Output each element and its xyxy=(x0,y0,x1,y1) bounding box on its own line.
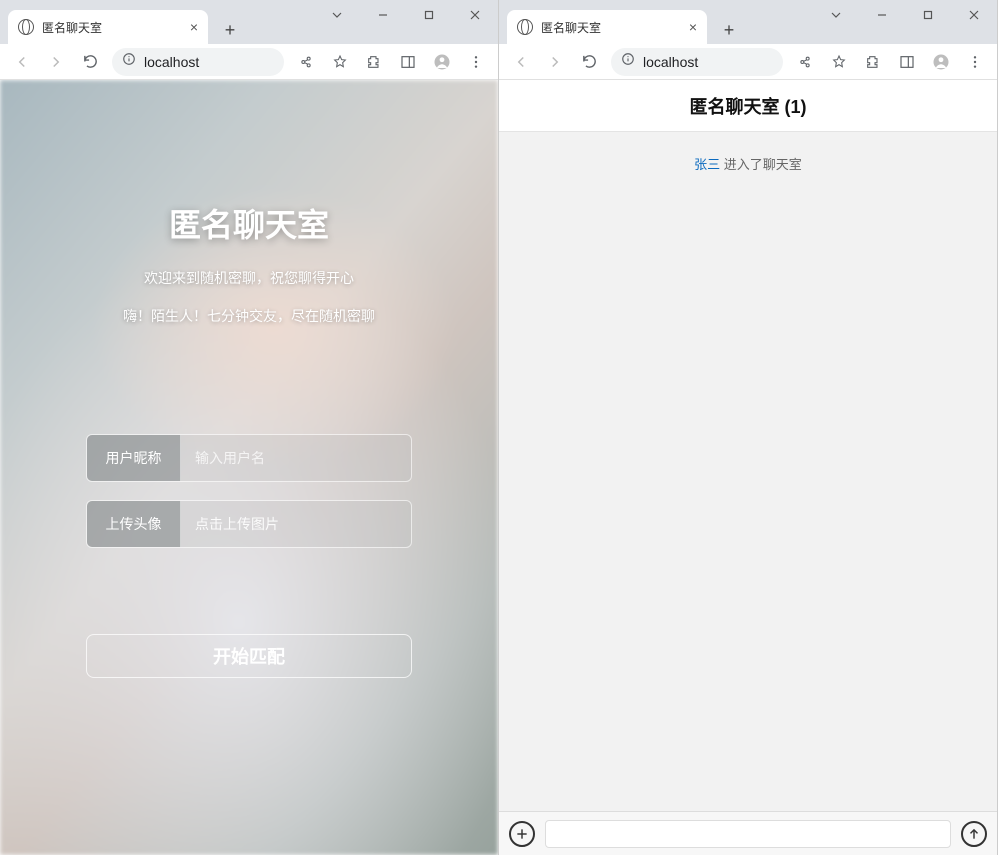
nickname-label: 用户昵称 xyxy=(87,435,181,481)
globe-icon xyxy=(18,19,34,35)
avatar-label: 上传头像 xyxy=(87,501,181,547)
info-icon xyxy=(621,52,635,71)
profile-icon[interactable] xyxy=(925,46,957,78)
extensions-icon[interactable] xyxy=(358,46,390,78)
caret-down-icon[interactable] xyxy=(813,0,859,30)
close-icon[interactable]: × xyxy=(190,19,198,35)
nickname-input[interactable] xyxy=(181,435,411,481)
window-controls xyxy=(314,0,498,44)
sys-user-name: 张三 xyxy=(694,157,720,172)
browser-tab[interactable]: 匿名聊天室 × xyxy=(507,10,707,44)
menu-icon[interactable] xyxy=(460,46,492,78)
start-match-button[interactable]: 开始匹配 xyxy=(86,634,412,678)
page-title: 匿名聊天室 xyxy=(169,200,329,246)
titlebar: 匿名聊天室 × + xyxy=(0,0,498,44)
url-text: localhost xyxy=(643,54,698,70)
tab-title: 匿名聊天室 xyxy=(42,19,182,36)
message-input[interactable] xyxy=(545,820,951,848)
subtitle-1: 欢迎来到随机密聊，祝您聊得开心 xyxy=(144,268,354,288)
login-panel: 匿名聊天室 欢迎来到随机密聊，祝您聊得开心 嗨！陌生人！七分钟交友，尽在随机密聊… xyxy=(0,80,498,855)
caret-down-icon[interactable] xyxy=(314,0,360,30)
globe-icon xyxy=(517,19,533,35)
browser-tab[interactable]: 匿名聊天室 × xyxy=(8,10,208,44)
avatar-upload[interactable]: 点击上传图片 xyxy=(181,501,411,547)
back-button[interactable] xyxy=(6,46,38,78)
address-bar[interactable]: localhost xyxy=(611,48,783,76)
sidepanel-icon[interactable] xyxy=(392,46,424,78)
close-icon[interactable]: × xyxy=(689,19,697,35)
reload-button[interactable] xyxy=(74,46,106,78)
chat-input-row xyxy=(499,811,997,855)
nickname-field: 用户昵称 xyxy=(86,434,412,482)
send-button[interactable] xyxy=(961,821,987,847)
chat-body: 张三 进入了聊天室 xyxy=(499,132,997,811)
maximize-button[interactable] xyxy=(406,0,452,30)
subtitle-2: 嗨！陌生人！七分钟交友，尽在随机密聊 xyxy=(123,306,375,326)
toolbar: localhost xyxy=(499,44,997,80)
maximize-button[interactable] xyxy=(905,0,951,30)
browser-window-right: 匿名聊天室 × + localhost 匿名聊天室 (1) 张三 进入了聊天室 xyxy=(499,0,998,855)
sys-text: 进入了聊天室 xyxy=(720,157,802,172)
url-text: localhost xyxy=(144,54,199,70)
page-content: 匿名聊天室 欢迎来到随机密聊，祝您聊得开心 嗨！陌生人！七分钟交友，尽在随机密聊… xyxy=(0,80,498,855)
address-bar[interactable]: localhost xyxy=(112,48,284,76)
login-form: 用户昵称 上传头像 点击上传图片 xyxy=(86,434,412,566)
new-tab-button[interactable]: + xyxy=(216,16,244,44)
new-tab-button[interactable]: + xyxy=(715,16,743,44)
window-controls xyxy=(813,0,997,44)
browser-window-left: 匿名聊天室 × + localhost 匿名聊天室 欢迎来到随机密聊，祝您聊得开… xyxy=(0,0,499,855)
tab-title: 匿名聊天室 xyxy=(541,19,681,36)
share-icon[interactable] xyxy=(789,46,821,78)
avatar-field: 上传头像 点击上传图片 xyxy=(86,500,412,548)
chat-page: 匿名聊天室 (1) 张三 进入了聊天室 xyxy=(499,80,997,855)
toolbar: localhost xyxy=(0,44,498,80)
extensions-icon[interactable] xyxy=(857,46,889,78)
forward-button[interactable] xyxy=(539,46,571,78)
share-icon[interactable] xyxy=(290,46,322,78)
reload-button[interactable] xyxy=(573,46,605,78)
minimize-button[interactable] xyxy=(360,0,406,30)
add-button[interactable] xyxy=(509,821,535,847)
chat-header: 匿名聊天室 (1) xyxy=(499,80,997,132)
system-message: 张三 进入了聊天室 xyxy=(509,154,987,173)
close-window-button[interactable] xyxy=(951,0,997,30)
menu-icon[interactable] xyxy=(959,46,991,78)
sidepanel-icon[interactable] xyxy=(891,46,923,78)
back-button[interactable] xyxy=(505,46,537,78)
profile-icon[interactable] xyxy=(426,46,458,78)
close-window-button[interactable] xyxy=(452,0,498,30)
minimize-button[interactable] xyxy=(859,0,905,30)
bookmark-icon[interactable] xyxy=(324,46,356,78)
info-icon xyxy=(122,52,136,71)
bookmark-icon[interactable] xyxy=(823,46,855,78)
forward-button[interactable] xyxy=(40,46,72,78)
titlebar: 匿名聊天室 × + xyxy=(499,0,997,44)
